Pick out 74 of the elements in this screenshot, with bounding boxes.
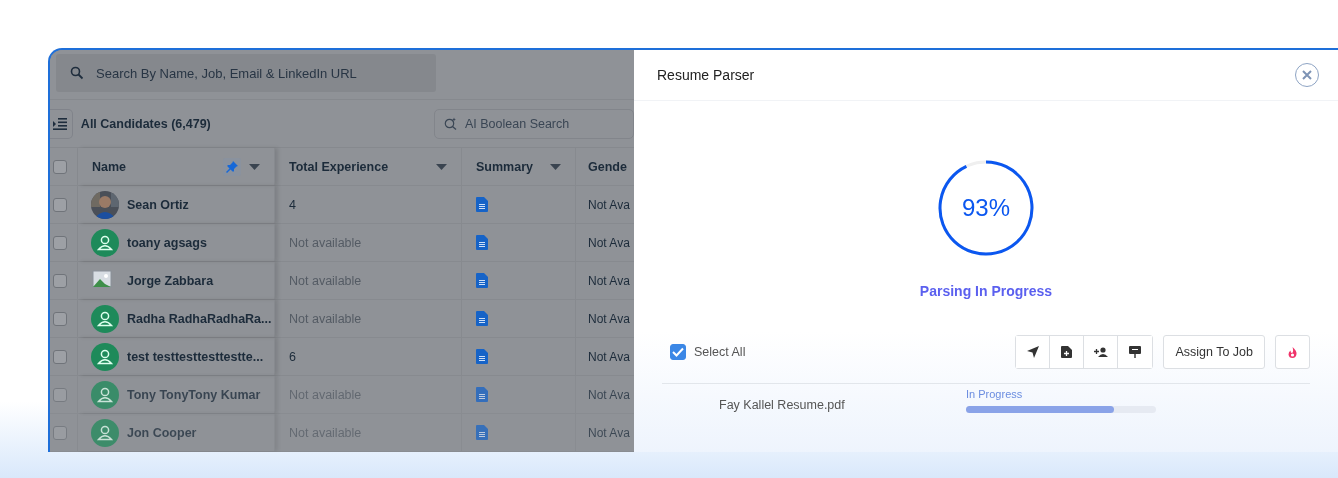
column-header: Gende — [588, 159, 628, 174]
experience-value: Not available — [289, 311, 362, 326]
candidate-name[interactable]: toany agsags — [127, 235, 207, 250]
presentation-button[interactable] — [1118, 336, 1153, 368]
gender-value: Not Ava — [588, 311, 630, 326]
file-plus-icon — [1061, 346, 1073, 358]
hot-button[interactable] — [1275, 335, 1310, 369]
paper-plane-icon — [1026, 346, 1039, 358]
column-header: Total Experience — [289, 159, 390, 174]
indent-icon — [52, 117, 67, 130]
candidate-name[interactable]: Jon Cooper — [127, 425, 197, 440]
add-person-button[interactable] — [1084, 336, 1119, 368]
send-button[interactable] — [1016, 336, 1051, 368]
document-icon[interactable] — [476, 425, 488, 440]
candidate-name[interactable]: test testtesttesttestte... — [127, 349, 264, 364]
indent-button[interactable] — [50, 108, 73, 139]
gender-value: Not Ava — [588, 349, 630, 364]
close-button[interactable] — [1295, 63, 1319, 87]
candidate-name[interactable]: Sean Ortiz — [127, 197, 189, 212]
ai-search-icon — [444, 116, 457, 130]
row-checkbox[interactable] — [53, 197, 67, 212]
progress-status: Parsing In Progress — [919, 283, 1053, 299]
add-person-icon — [1093, 347, 1108, 357]
ai-search-field[interactable]: AI Boolean Search — [434, 108, 634, 139]
list-title: All Candidates (6,479) — [80, 116, 212, 131]
select-all-checkbox[interactable] — [670, 344, 686, 360]
gender-value: Not Ava — [588, 425, 630, 440]
document-icon[interactable] — [476, 197, 488, 212]
assign-to-job-button[interactable]: Assign To Job — [1163, 335, 1265, 369]
panel-title: Resume Parser — [657, 67, 755, 83]
save-button[interactable] — [1050, 336, 1085, 368]
row-checkbox[interactable] — [53, 387, 67, 402]
pin-icon[interactable] — [223, 157, 241, 176]
avatar-icon — [91, 228, 119, 257]
row-checkbox[interactable] — [53, 425, 67, 440]
caret-icon[interactable] — [249, 163, 260, 170]
caret-icon[interactable] — [436, 163, 447, 170]
column-header: Summary — [476, 159, 534, 174]
document-icon[interactable] — [476, 235, 488, 250]
avatar-icon — [91, 342, 119, 371]
file-status: In Progress — [966, 388, 1024, 400]
avatar-icon — [91, 304, 119, 333]
progress-percent: 93% — [962, 194, 1010, 222]
select-all-checkbox[interactable] — [53, 159, 67, 174]
experience-value: Not available — [289, 273, 362, 288]
caret-icon[interactable] — [550, 163, 561, 170]
experience-value: 6 — [289, 349, 296, 364]
row-checkbox[interactable] — [53, 235, 67, 250]
search-icon — [70, 66, 84, 80]
row-checkbox[interactable] — [53, 349, 67, 364]
avatar-icon — [91, 380, 119, 409]
gender-value: Not Ava — [588, 387, 630, 402]
gender-value: Not Ava — [588, 235, 630, 250]
search-field[interactable]: Search By Name, Job, Email & LinkedIn URL — [56, 54, 436, 92]
row-checkbox[interactable] — [53, 311, 67, 326]
candidate-name[interactable]: Jorge Zabbara — [127, 273, 214, 288]
experience-value: 4 — [289, 197, 296, 212]
presentation-icon — [1129, 346, 1142, 358]
close-icon — [1302, 70, 1312, 80]
row-checkbox[interactable] — [53, 273, 67, 288]
select-all-label: Select All — [694, 345, 746, 359]
experience-value: Not available — [289, 235, 362, 250]
gender-value: Not Ava — [588, 273, 630, 288]
candidate-name[interactable]: Radha RadhaRadhaRa... — [127, 311, 272, 326]
gender-value: Not Ava — [588, 197, 630, 212]
column-header: Name — [92, 159, 128, 174]
flame-icon — [1288, 346, 1297, 358]
file-name: Fay Kallel Resume.pdf — [719, 397, 846, 412]
candidate-name[interactable]: Tony TonyTony Kumar — [127, 387, 261, 402]
avatar-icon — [91, 418, 119, 447]
document-icon[interactable] — [476, 273, 488, 288]
document-icon[interactable] — [476, 349, 488, 364]
document-icon[interactable] — [476, 387, 488, 402]
document-icon[interactable] — [476, 311, 488, 326]
